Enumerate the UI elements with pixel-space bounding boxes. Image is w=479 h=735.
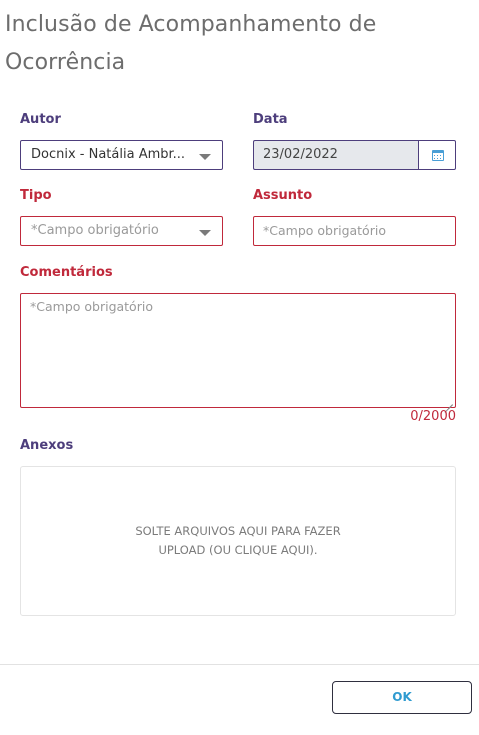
character-counter: 0/2000	[410, 409, 456, 424]
tipo-label: Tipo	[20, 188, 52, 203]
file-dropzone[interactable]: SOLTE ARQUIVOS AQUI PARA FAZER UPLOAD (O…	[20, 466, 456, 616]
dialog-title: Inclusão de Acompanhamento de Ocorrência	[5, 12, 377, 75]
dropzone-text: SOLTE ARQUIVOS AQUI PARA FAZER UPLOAD (O…	[135, 524, 341, 557]
tipo-placeholder: *Campo obrigatório	[31, 223, 159, 238]
footer-divider	[0, 664, 479, 665]
autor-label: Autor	[20, 112, 61, 127]
chevron-down-icon	[199, 230, 211, 236]
ok-button[interactable]: OK	[332, 681, 472, 714]
autor-select[interactable]: Docnix - Natália Ambr...	[20, 140, 223, 170]
tipo-select[interactable]: *Campo obrigatório	[20, 216, 223, 246]
resize-handle-icon[interactable]	[445, 397, 453, 405]
date-picker-button[interactable]	[418, 140, 456, 170]
anexos-label: Anexos	[20, 438, 74, 453]
comentarios-placeholder: *Campo obrigatório	[30, 299, 153, 314]
assunto-label: Assunto	[253, 188, 313, 203]
assunto-input[interactable]: *Campo obrigatório	[253, 216, 456, 246]
data-label: Data	[253, 112, 288, 127]
comentarios-textarea[interactable]: *Campo obrigatório	[20, 293, 456, 408]
autor-value: Docnix - Natália Ambr...	[31, 147, 186, 162]
chevron-down-icon	[199, 154, 211, 160]
comentarios-label: Comentários	[20, 265, 113, 280]
date-input[interactable]: 23/02/2022	[253, 140, 419, 170]
calendar-icon	[432, 150, 444, 161]
